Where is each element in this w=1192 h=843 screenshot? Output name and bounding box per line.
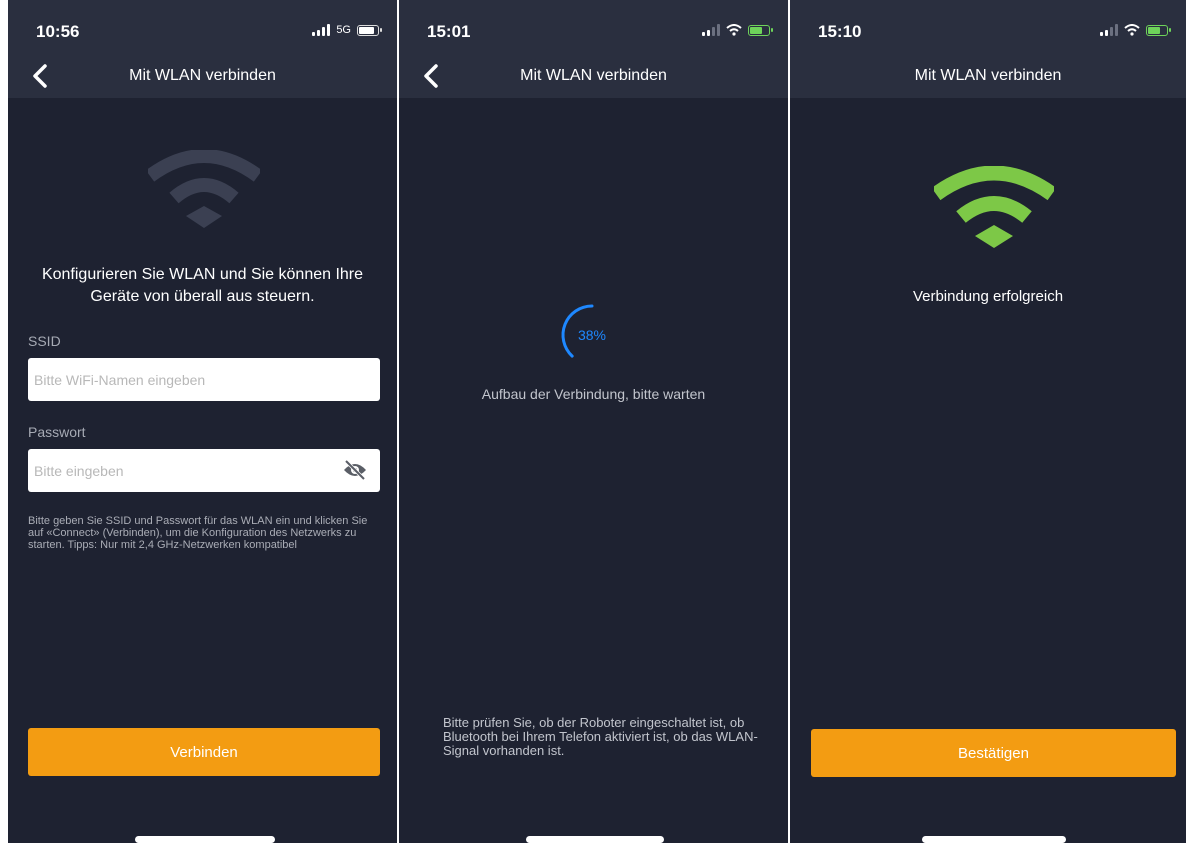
- wifi-success-icon: [934, 166, 1054, 248]
- status-time: 15:10: [818, 22, 862, 41]
- password-input[interactable]: [28, 449, 380, 492]
- eye-off-icon[interactable]: [343, 460, 367, 480]
- wifi-status-icon: [726, 24, 742, 36]
- page-title: Mit WLAN verbinden: [520, 67, 667, 84]
- ssid-input[interactable]: [28, 358, 380, 401]
- status-bar-right: 5G: [312, 24, 382, 36]
- ssid-label: SSID: [28, 333, 61, 349]
- intro-text: Konfigurieren Sie WLAN und Sie können Ih…: [41, 266, 364, 305]
- status-bar-right: [1100, 24, 1171, 36]
- screen-connecting: 15:01 Mit WLAN verbinden 38% Aufbau der …: [399, 0, 788, 843]
- wifi-icon: [148, 150, 260, 228]
- cellular-signal-icon: [312, 24, 331, 36]
- home-indicator: [135, 836, 275, 843]
- page-title: Mit WLAN verbinden: [129, 67, 276, 84]
- success-text: Verbindung erfolgreich: [912, 288, 1064, 305]
- password-label: Passwort: [28, 424, 86, 440]
- cellular-signal-icon: [1100, 24, 1118, 36]
- status-time: 15:01: [427, 22, 471, 41]
- home-indicator: [526, 836, 664, 843]
- progress-percent: 38%: [577, 327, 607, 343]
- network-type: 5G: [336, 24, 351, 36]
- screen-wlan-setup: 10:56 5G Mit WLAN verbinden Konfiguriere…: [8, 0, 397, 843]
- header: 10:56 5G Mit WLAN verbinden: [8, 0, 397, 98]
- header: 15:10 Mit WLAN verbinden: [790, 0, 1186, 98]
- check-hint: Bitte prüfen Sie, ob der Roboter eingesc…: [443, 715, 758, 758]
- home-indicator: [922, 836, 1066, 843]
- status-bar-right: [702, 24, 773, 36]
- confirm-button[interactable]: Bestätigen: [811, 729, 1176, 777]
- battery-charging-icon: [748, 24, 773, 36]
- setup-hint: Bitte geben Sie SSID und Passwort für da…: [28, 515, 368, 551]
- page-title: Mit WLAN verbinden: [914, 67, 1062, 84]
- header: 15:01 Mit WLAN verbinden: [399, 0, 788, 98]
- battery-charging-icon: [1146, 24, 1171, 36]
- wifi-status-icon: [1124, 24, 1140, 36]
- screen-success: 15:10 Mit WLAN verbinden Verbindung erfo…: [790, 0, 1186, 843]
- battery-icon: [357, 24, 382, 36]
- cellular-signal-icon: [702, 24, 720, 36]
- waiting-text: Aufbau der Verbindung, bitte warten: [481, 386, 706, 402]
- connect-button[interactable]: Verbinden: [28, 728, 380, 776]
- status-time: 10:56: [36, 22, 80, 41]
